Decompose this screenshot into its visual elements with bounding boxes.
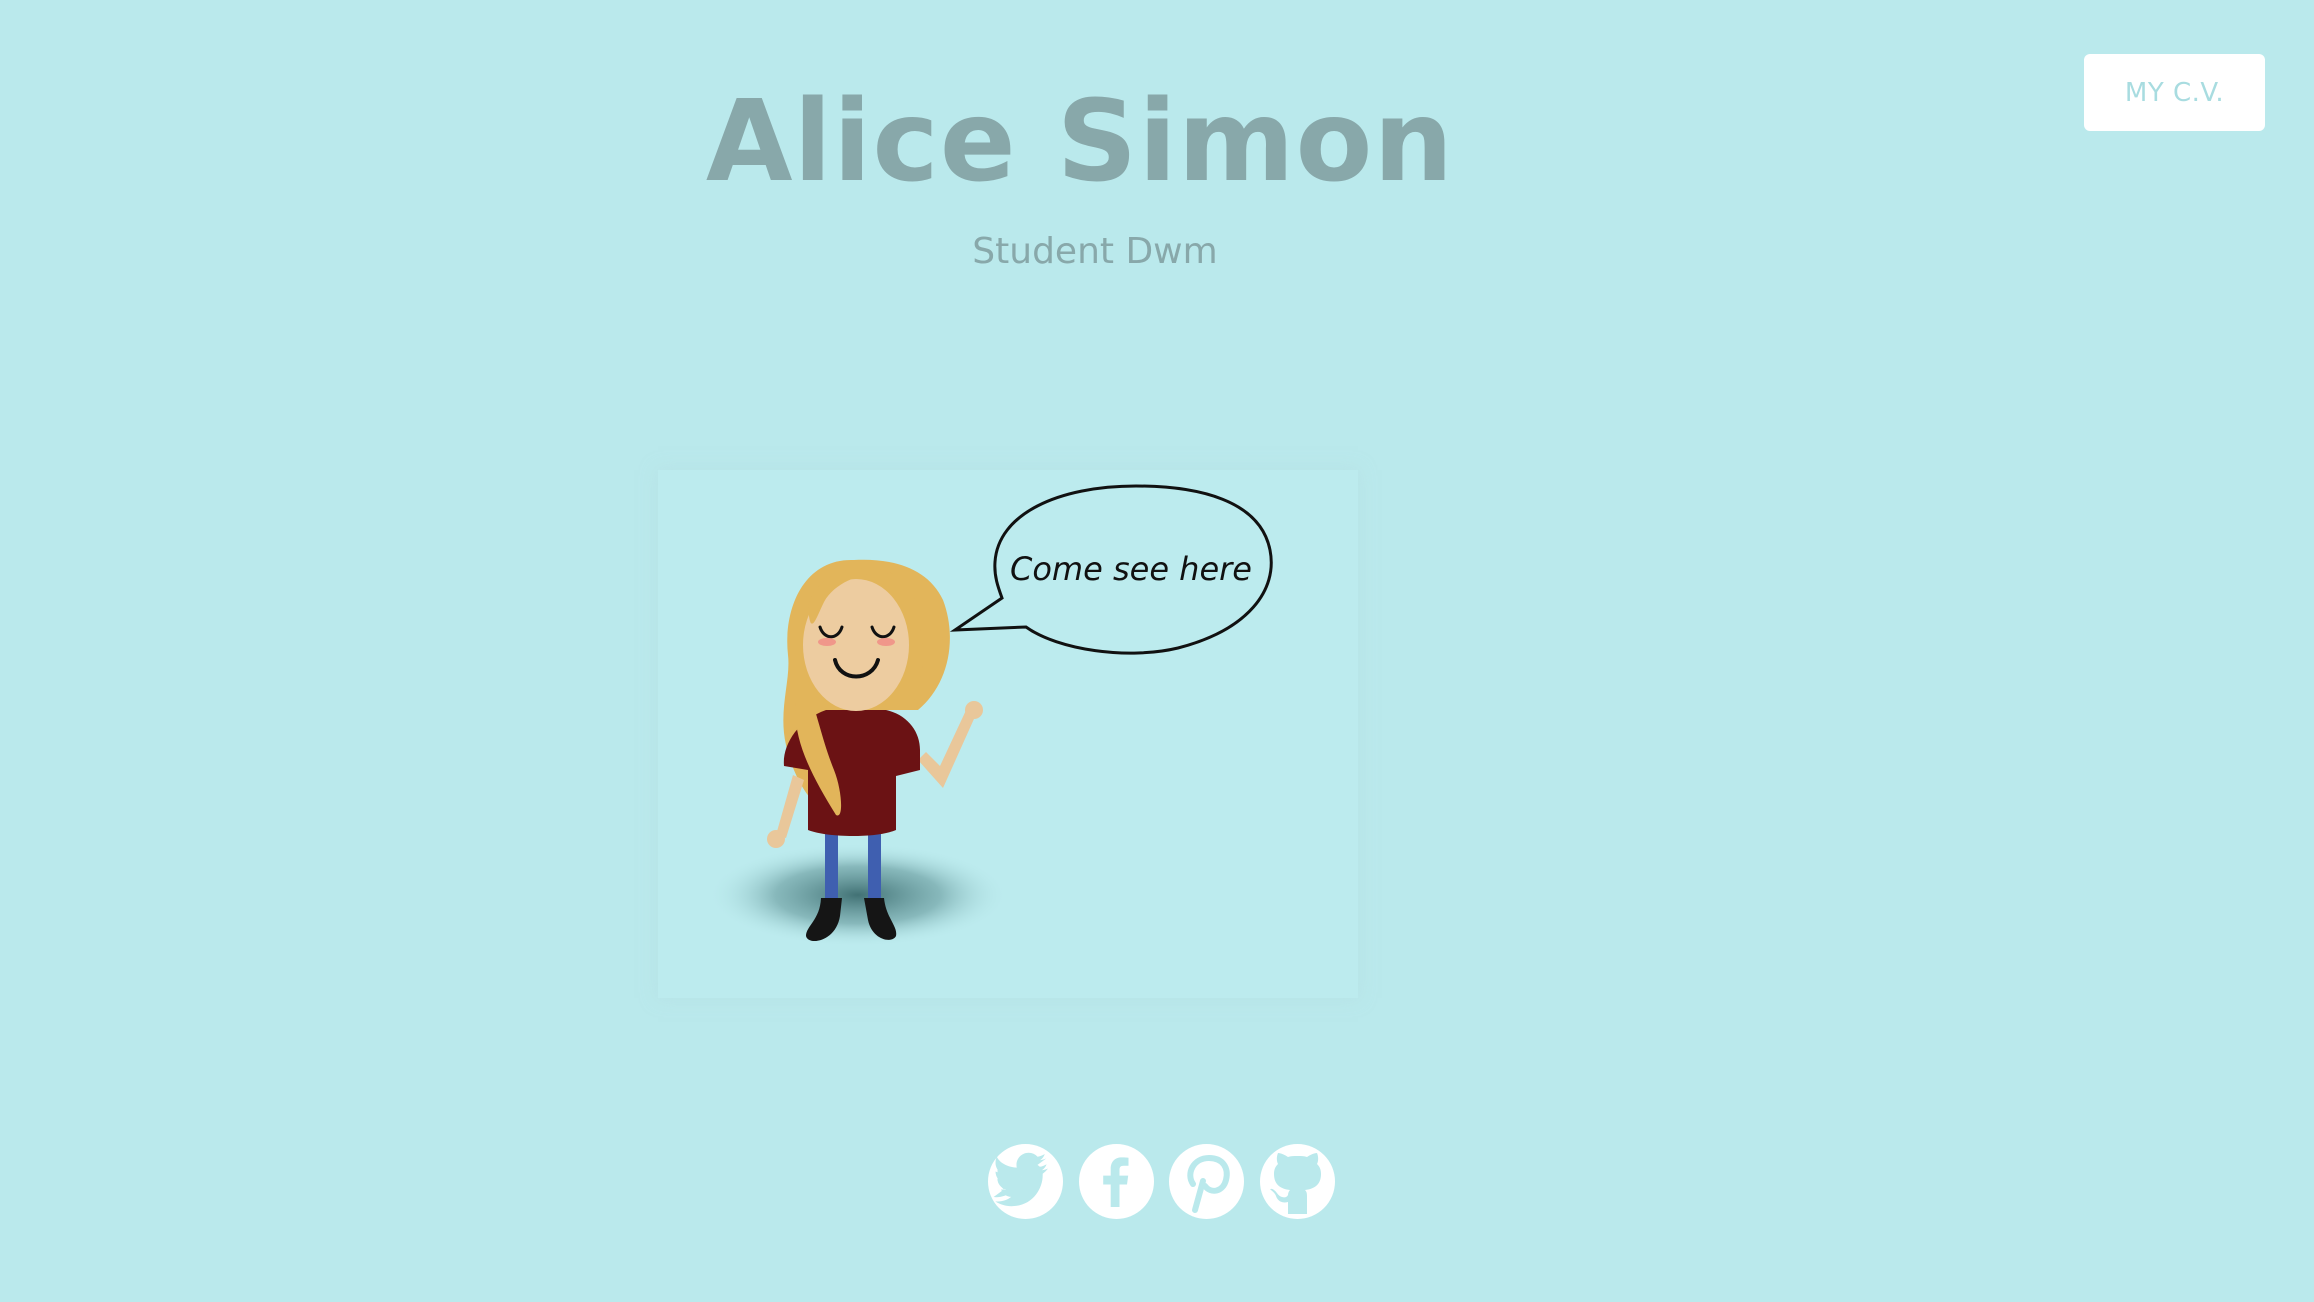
pinterest-link[interactable]: Pinterest bbox=[1169, 1144, 1244, 1219]
github-icon bbox=[1270, 1153, 1321, 1214]
speech-bubble-text: Come see here bbox=[1010, 550, 1252, 588]
facebook-icon bbox=[1103, 1157, 1129, 1207]
twitter-link[interactable]: Twitter bbox=[988, 1144, 1063, 1219]
page: MY C.V. Alice Simon Student Dwm Come see… bbox=[0, 0, 2314, 1302]
github-link[interactable]: GitHub bbox=[1260, 1144, 1335, 1219]
speech-bubble: Come see here bbox=[949, 484, 1273, 655]
ground-shadow bbox=[708, 843, 1008, 947]
illustration: Come see here bbox=[658, 470, 1358, 998]
pinterest-icon bbox=[1187, 1154, 1230, 1213]
twitter-icon bbox=[993, 1152, 1048, 1207]
page-title: Alice Simon bbox=[705, 77, 1455, 207]
page-subtitle: Student Dwm bbox=[972, 231, 1218, 272]
facebook-link[interactable]: Facebook bbox=[1079, 1144, 1154, 1219]
cv-button[interactable]: MY C.V. bbox=[2084, 54, 2265, 131]
social-links: Twitter Facebook Pinterest GitHub bbox=[988, 1144, 1336, 1220]
